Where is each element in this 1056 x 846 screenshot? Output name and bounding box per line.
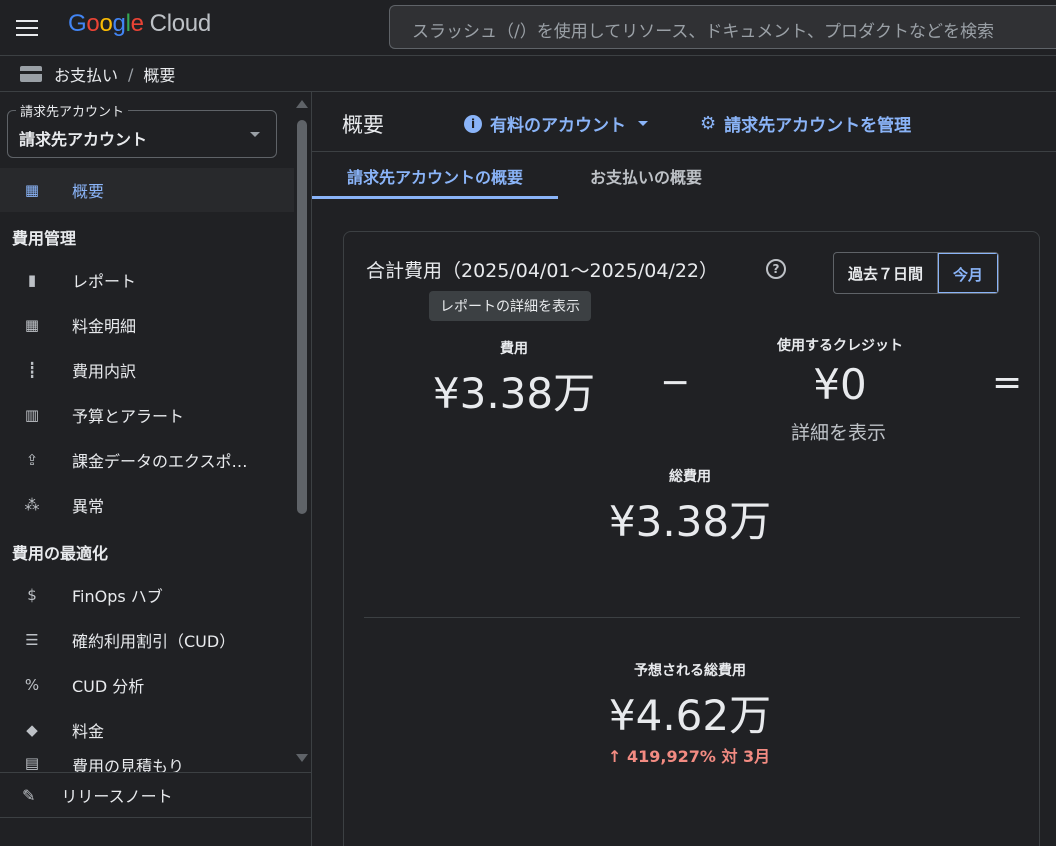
scroll-up-icon[interactable] [296, 100, 308, 108]
sidebar-item-label: 料金 [72, 722, 105, 741]
sidebar-item-label: 課金データのエクスポ… [72, 452, 248, 471]
sidebar-item-label: 料金明細 [72, 317, 137, 336]
sidebar-item-budgets[interactable]: ▥ 予算とアラート [0, 393, 294, 437]
billing-card-icon [20, 65, 44, 83]
tag-icon: ◆ [26, 721, 38, 739]
sidebar-item-cud[interactable]: ☰ 確約利用割引（CUD） [0, 618, 294, 662]
info-icon: i [464, 114, 482, 133]
bar-chart-icon: ▮ [27, 271, 37, 289]
sidebar-item-label: 費用の見積もり [72, 757, 185, 773]
total-cost-label: 総費用 [669, 469, 711, 485]
page-title: 概要 [342, 113, 384, 137]
table-icon: ▦ [24, 316, 40, 334]
sidebar-item-label: レポート [72, 272, 137, 291]
sidebar-item-label: 費用内訳 [72, 362, 137, 381]
breadcrumb: お支払い / 概要 [0, 57, 1056, 92]
logo-cloud-text: Cloud [149, 10, 212, 37]
sidebar-item-label: 異常 [72, 497, 105, 516]
help-icon[interactable]: ? [766, 259, 786, 279]
sidebar-item-anomalies[interactable]: ⁂ 異常 [0, 483, 294, 527]
sidebar-item-label: 確約利用割引（CUD） [72, 632, 236, 651]
google-cloud-logo[interactable]: Google Cloud [68, 10, 211, 38]
minus-sign: − [660, 362, 691, 403]
sidebar-item-pricing[interactable]: ◆ 料金 [0, 708, 294, 752]
search-input[interactable]: スラッシュ（/）を使用してリソース、ドキュメント、プロダクトなどを検索 [389, 5, 1056, 49]
main-content: 概要 i 有料のアカウント ⚙ 請求先アカウントを管理 請求先アカウントの概要 … [312, 92, 1056, 846]
sidebar-item-overview[interactable]: ▦ 概要 [0, 168, 294, 212]
breadcrumb-overview: 概要 [143, 66, 176, 85]
sidebar-item-label: 予算とアラート [72, 407, 185, 426]
range-past-7-days[interactable]: 過去７日間 [834, 253, 939, 293]
scroll-down-icon[interactable] [296, 754, 308, 762]
tab-account-overview[interactable]: 請求先アカウントの概要 [312, 153, 558, 199]
percent-icon: % [24, 676, 40, 694]
sidebar-item-reports[interactable]: ▮ レポート [0, 258, 294, 302]
release-notes-link[interactable]: ✎ リリースノート [0, 772, 311, 818]
manage-accounts-label: 請求先アカウントを管理 [724, 116, 912, 136]
cost-label: 費用 [500, 341, 528, 357]
sidebar-item-label: FinOps ハブ [72, 587, 163, 606]
sidebar-item-billing-export[interactable]: ⇪ 課金データのエクスポ… [0, 438, 294, 482]
divider [364, 617, 1020, 618]
breadcrumb-separator: / [128, 64, 134, 84]
paid-account-label: 有料のアカウント [490, 116, 626, 136]
chevron-down-icon [638, 121, 648, 126]
section-cost-management: 費用管理 [12, 229, 77, 248]
show-details-link[interactable]: 詳細を表示 [791, 418, 886, 445]
release-notes-icon: ✎ [22, 785, 36, 805]
dollar-circle-icon: $ [27, 586, 37, 604]
total-cost-value: ¥3.38万 [608, 497, 772, 546]
sidebar: 請求先アカウント 請求先アカウント ▦ 概要 費用管理 ▮ レポート ▦ 料金明… [0, 92, 312, 846]
billing-account-select[interactable]: 請求先アカウント 請求先アカウント [7, 101, 277, 158]
gear-icon: ⚙ [700, 113, 717, 134]
account-select-label: 請求先アカウント [16, 101, 129, 120]
date-range-toggle: 過去７日間 今月 [833, 252, 1000, 294]
section-optimization: 費用の最適化 [12, 544, 109, 563]
tab-payment-overview[interactable]: お支払いの概要 [574, 153, 718, 199]
dashboard-icon: ▦ [24, 181, 40, 199]
total-cost-card: 合計費用（2025/04/01〜2025/04/22） ? 過去７日間 今月 レ… [343, 231, 1040, 846]
sidebar-item-label: CUD 分析 [72, 677, 145, 696]
top-bar: Google Cloud スラッシュ（/）を使用してリソース、ドキュメント、プロダ… [0, 0, 1056, 56]
scrollbar-thumb[interactable] [297, 120, 307, 514]
breadcrumb-billing[interactable]: お支払い [54, 62, 118, 86]
card-title: 合計費用（2025/04/01〜2025/04/22） [366, 260, 719, 282]
cost-value[interactable]: ¥3.38万 [404, 360, 624, 421]
credits-label: 使用するクレジット [777, 338, 903, 354]
sidebar-item-cud-analysis[interactable]: % CUD 分析 [0, 663, 294, 707]
waterfall-icon: ┋ [27, 361, 37, 379]
forecast-label: 予想される総費用 [634, 663, 746, 679]
calculator-icon: ▤ [24, 754, 40, 772]
range-this-month[interactable]: 今月 [938, 253, 999, 293]
main-menu-icon[interactable] [14, 15, 40, 41]
upload-icon: ⇪ [25, 451, 39, 469]
paid-account-dropdown[interactable]: i 有料のアカウント [464, 111, 648, 136]
budget-icon: ▥ [24, 406, 40, 424]
sidebar-item-cost-breakdown[interactable]: ┋ 費用内訳 [0, 348, 294, 392]
tooltip: レポートの詳細を表示 [429, 291, 591, 321]
sidebar-item-cost-estimate[interactable]: ▤ 費用の見積もり [0, 753, 294, 773]
page-header: 概要 i 有料のアカウント ⚙ 請求先アカウントを管理 [312, 92, 1056, 152]
anomaly-icon: ⁂ [24, 496, 40, 514]
forecast-delta: ↑ 419,927% 対 3月 [608, 747, 771, 766]
equals-sign: = [992, 362, 1023, 403]
release-notes-label: リリースノート [61, 787, 173, 806]
credits-value: ¥0 [813, 360, 867, 409]
chevron-down-icon [250, 132, 260, 137]
sidebar-item-label: 概要 [72, 182, 105, 201]
list-icon: ☰ [25, 631, 39, 649]
sidebar-item-finops-hub[interactable]: $ FinOps ハブ [0, 573, 294, 617]
manage-billing-accounts-button[interactable]: ⚙ 請求先アカウントを管理 [700, 111, 911, 136]
forecast-value: ¥4.62万 [608, 691, 772, 740]
account-select-value: 請求先アカウント [19, 130, 148, 149]
sidebar-item-cost-table[interactable]: ▦ 料金明細 [0, 303, 294, 347]
tab-bar: 請求先アカウントの概要 お支払いの概要 [312, 153, 1056, 199]
